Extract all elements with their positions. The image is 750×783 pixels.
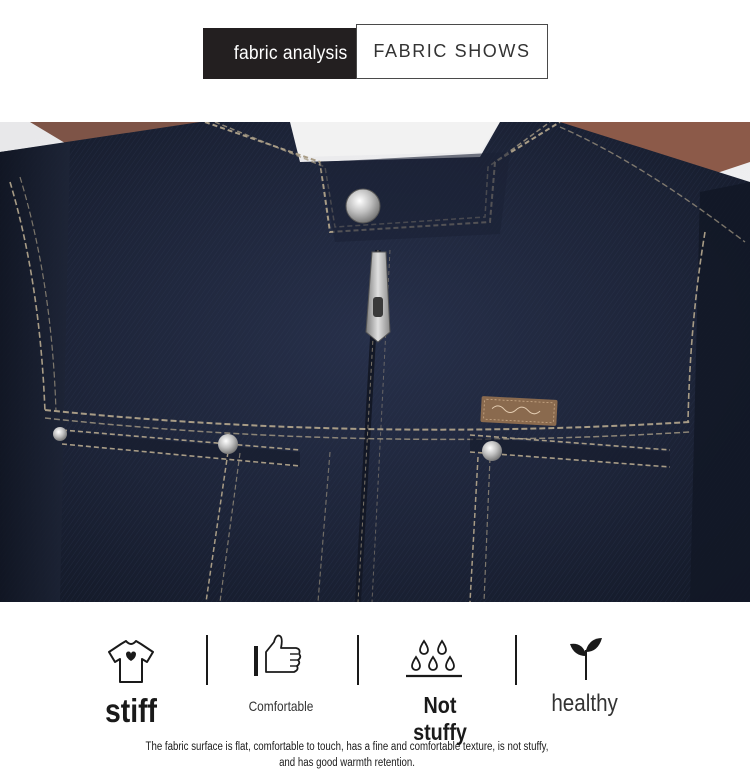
- tab-fabric-analysis[interactable]: fabric analysis: [203, 28, 378, 79]
- feature-not-stuffy-label: Not stuffy: [413, 692, 467, 745]
- fabric-description: The fabric surface is flat, comfortable …: [100, 739, 594, 771]
- feature-stiff: [104, 638, 158, 688]
- header: fabric analysis FABRIC SHOWS: [0, 0, 750, 122]
- denim-jacket-image: [0, 122, 750, 602]
- product-photo: [0, 122, 750, 602]
- feature-not-stuffy: [404, 638, 466, 682]
- divider: [206, 635, 208, 685]
- fabric-description-text: The fabric surface is flat, comfortable …: [145, 741, 549, 769]
- divider: [357, 635, 359, 685]
- features-section: stiff Comfortable Not stuffy healthy The…: [0, 602, 750, 783]
- droplets-icon: [406, 639, 462, 678]
- tab-fabric-shows[interactable]: FABRIC SHOWS: [356, 24, 548, 79]
- feature-comfortable-label: Comfortable: [248, 698, 314, 714]
- feature-comfortable: [252, 632, 306, 680]
- divider: [515, 635, 517, 685]
- tab-fabric-analysis-label: fabric analysis: [233, 42, 348, 64]
- thumbs-up-icon: [254, 634, 302, 676]
- sprout-icon: [570, 638, 602, 680]
- feature-healthy-label: healthy: [551, 690, 618, 717]
- feature-healthy: [566, 634, 606, 682]
- feature-stiff-label: stiff: [104, 692, 158, 729]
- tab-fabric-shows-label: FABRIC SHOWS: [373, 41, 531, 61]
- tshirt-icon: [108, 640, 154, 683]
